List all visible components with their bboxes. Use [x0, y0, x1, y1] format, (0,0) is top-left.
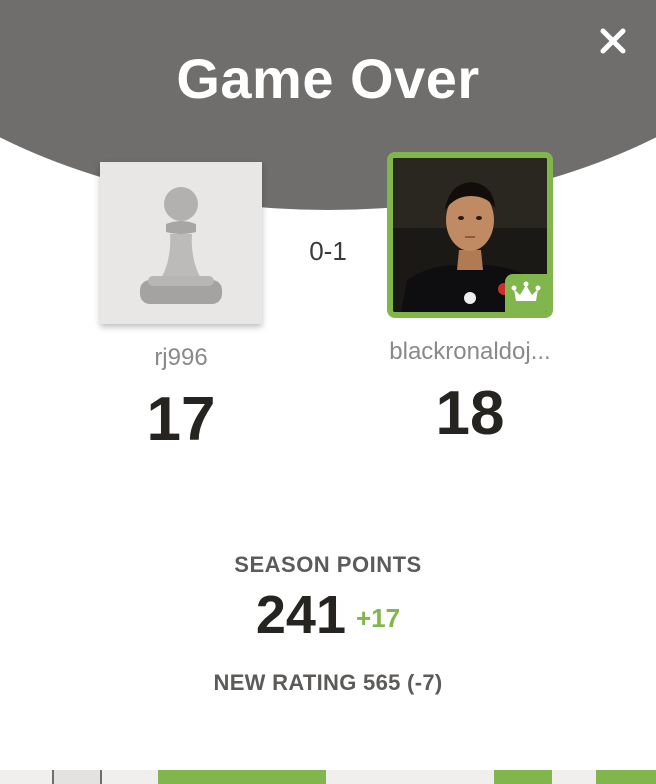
player-username[interactable]: blackronaldoj...	[350, 338, 590, 366]
winner-badge	[505, 274, 547, 312]
footer-button-edge[interactable]	[52, 770, 102, 784]
pawn-icon	[140, 187, 222, 304]
avatar[interactable]	[100, 162, 262, 324]
player-score: 18	[435, 379, 505, 448]
footer-button-edge[interactable]	[494, 770, 552, 784]
player-score: 17	[146, 385, 216, 454]
season-points-value: 241	[255, 585, 346, 645]
new-rating: NEW RATING 565 (-7)	[213, 670, 443, 695]
season-points-delta: +17	[356, 603, 401, 633]
close-icon	[600, 28, 626, 54]
avatar[interactable]	[387, 152, 553, 318]
crown-icon	[511, 281, 541, 301]
dialog-title: Game Over	[176, 47, 480, 110]
player-username[interactable]: rj996	[61, 344, 301, 372]
footer-buttons-edge	[0, 770, 656, 784]
player-left: rj996 17	[61, 152, 301, 455]
player-right: blackronaldoj... 18	[350, 152, 590, 449]
season-points-row: 241 +17	[0, 584, 656, 646]
game-over-dialog: Game Over rj996 17 0-1 blackronaldoj... …	[0, 0, 656, 784]
footer-button-edge[interactable]	[596, 770, 656, 784]
footer-button-edge[interactable]	[158, 770, 326, 784]
close-button[interactable]	[596, 24, 630, 58]
season-points-label: SEASON POINTS	[234, 552, 422, 577]
